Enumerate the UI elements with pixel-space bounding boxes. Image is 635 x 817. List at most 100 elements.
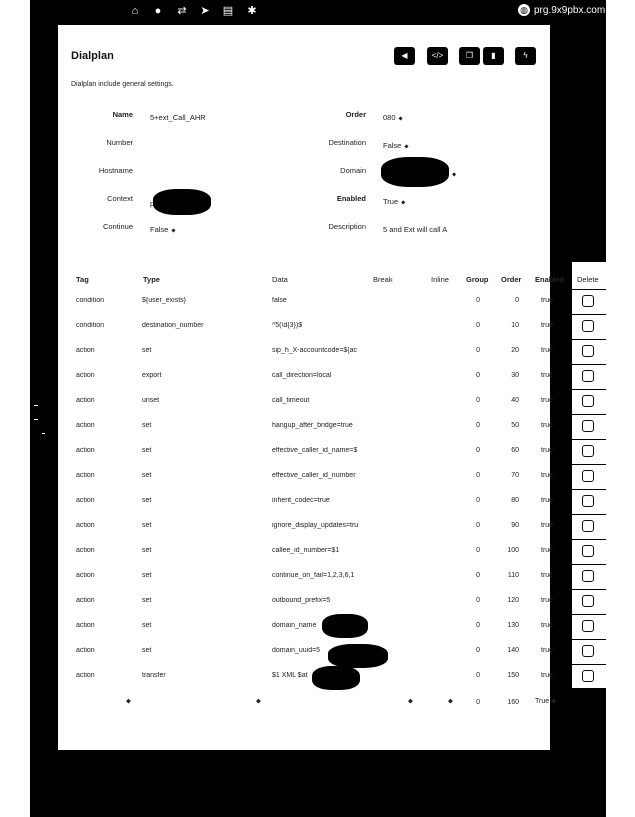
cell-data[interactable]: ignore_display_updates=tru bbox=[272, 522, 367, 529]
delete-button[interactable]: ▮ bbox=[483, 47, 504, 65]
cell-order: 20 bbox=[511, 347, 519, 354]
cell-group: 0 bbox=[476, 297, 480, 304]
delete-checkbox[interactable] bbox=[582, 395, 594, 407]
chart-icon[interactable]: ▤ bbox=[222, 4, 234, 18]
delete-checkbox[interactable] bbox=[582, 670, 594, 682]
cell-group: 0 bbox=[476, 647, 480, 654]
delete-checkbox[interactable] bbox=[582, 320, 594, 332]
cell-data[interactable]: false bbox=[272, 297, 367, 304]
cell-type: set bbox=[142, 422, 152, 429]
delete-checkbox[interactable] bbox=[582, 370, 594, 382]
send-icon[interactable]: ➤ bbox=[199, 4, 211, 18]
cell-data[interactable]: callee_id_number=$1 bbox=[272, 547, 367, 554]
cell-data[interactable]: inherit_codec=true bbox=[272, 497, 367, 504]
new-inline-select[interactable]: ⬥ bbox=[448, 698, 453, 706]
description-label: Description bbox=[328, 222, 366, 231]
cell-enabled: true bbox=[541, 497, 554, 504]
cell-data[interactable]: sip_h_X-accountcode=${ac bbox=[272, 347, 367, 354]
cell-group: 0 bbox=[476, 422, 480, 429]
cell-data[interactable]: effective_caller_id_number bbox=[272, 472, 367, 479]
delete-checkbox[interactable] bbox=[582, 645, 594, 657]
new-order-input[interactable]: 160 bbox=[497, 699, 519, 706]
bottom-frame bbox=[30, 750, 606, 817]
cell-type: set bbox=[142, 497, 152, 504]
new-type-select[interactable]: ⬥ bbox=[256, 698, 261, 706]
cell-tag: action bbox=[76, 422, 95, 429]
delete-checkbox[interactable] bbox=[582, 545, 594, 557]
delete-checkbox[interactable] bbox=[582, 495, 594, 507]
row-divider bbox=[571, 389, 606, 390]
new-break-select[interactable]: ⬥ bbox=[408, 698, 413, 706]
delete-checkbox[interactable] bbox=[582, 520, 594, 532]
delete-checkbox[interactable] bbox=[582, 445, 594, 457]
transfer-icon[interactable]: ⇄ bbox=[176, 4, 188, 18]
cell-data[interactable]: ^5(\d{3})$ bbox=[272, 322, 367, 329]
new-enabled-select[interactable]: True ⬥ bbox=[535, 698, 556, 706]
cell-group: 0 bbox=[476, 597, 480, 604]
cell-data[interactable]: continue_on_fail=1,2,3,6,1 bbox=[272, 572, 367, 579]
order-select[interactable]: 080 ⬥ bbox=[383, 113, 403, 123]
enabled-select[interactable]: True ⬥ bbox=[383, 197, 405, 207]
delete-checkbox[interactable] bbox=[582, 620, 594, 632]
cell-tag: action bbox=[76, 522, 95, 529]
delete-checkbox[interactable] bbox=[582, 295, 594, 307]
description-input[interactable]: 5 and Ext will call A bbox=[383, 225, 447, 234]
cell-data[interactable]: call_direction=local bbox=[272, 372, 367, 379]
cell-enabled: true bbox=[541, 422, 554, 429]
delete-checkbox[interactable] bbox=[582, 570, 594, 582]
continue-label: Continue bbox=[102, 222, 133, 231]
select-arrow-icon: ⬥ bbox=[256, 698, 261, 705]
cell-data[interactable]: outbound_prefix=5 bbox=[272, 597, 367, 604]
xml-button[interactable]: </> bbox=[427, 47, 448, 65]
name-label: Name bbox=[112, 110, 133, 119]
cell-order: 150 bbox=[507, 672, 519, 679]
select-arrow-icon: ⬥ bbox=[171, 228, 176, 234]
cell-data[interactable]: hangup_after_bridge=true bbox=[272, 422, 367, 429]
delete-checkbox[interactable] bbox=[582, 470, 594, 482]
continue-value: False bbox=[150, 225, 169, 234]
cell-enabled: true bbox=[541, 547, 554, 554]
cell-group: 0 bbox=[476, 522, 480, 529]
row-divider bbox=[571, 539, 606, 540]
destination-select[interactable]: False ⬥ bbox=[383, 141, 409, 151]
new-tag-select[interactable]: ⬥ bbox=[126, 698, 131, 706]
cell-order: 90 bbox=[511, 522, 519, 529]
name-input[interactable]: 5+ext_Call_AHR bbox=[150, 113, 206, 122]
copy-button[interactable]: ❐ bbox=[459, 47, 480, 65]
cell-order: 80 bbox=[511, 497, 519, 504]
domain-select[interactable]: ⬥ bbox=[449, 169, 456, 179]
hostname-label: Hostname bbox=[98, 166, 133, 175]
number-input[interactable] bbox=[150, 141, 270, 151]
cell-data[interactable]: call_timeout bbox=[272, 397, 367, 404]
page-description: Dialplan include general settings. bbox=[71, 81, 174, 88]
delete-checkbox[interactable] bbox=[582, 345, 594, 357]
gear-icon[interactable]: ✱ bbox=[246, 4, 258, 18]
brand[interactable]: ◍ prg.9x9pbx.com bbox=[518, 3, 605, 19]
home-icon[interactable]: ⌂ bbox=[129, 4, 141, 18]
save-button[interactable]: ϟ bbox=[515, 47, 536, 65]
cell-enabled: true bbox=[541, 597, 554, 604]
delete-checkbox[interactable] bbox=[582, 595, 594, 607]
cell-enabled: true bbox=[541, 322, 554, 329]
delete-checkbox[interactable] bbox=[582, 420, 594, 432]
cell-tag: condition bbox=[76, 297, 105, 304]
cell-data[interactable]: effective_caller_id_name=$ bbox=[272, 447, 367, 454]
hostname-input[interactable] bbox=[150, 169, 270, 179]
delete-column-divider bbox=[571, 270, 572, 715]
globe-icon: ◍ bbox=[518, 4, 530, 17]
cell-enabled: true bbox=[541, 672, 554, 679]
cell-tag: action bbox=[76, 497, 95, 504]
cell-group: 0 bbox=[476, 447, 480, 454]
cell-type: destination_number bbox=[142, 322, 204, 329]
new-group-input[interactable]: 0 bbox=[460, 699, 480, 706]
back-button[interactable]: ◀ bbox=[394, 47, 415, 65]
cell-tag: action bbox=[76, 597, 95, 604]
row-divider bbox=[571, 564, 606, 565]
cell-type: set bbox=[142, 597, 152, 604]
enabled-value: True bbox=[383, 197, 399, 206]
user-icon[interactable]: ● bbox=[152, 4, 164, 18]
cell-order: 130 bbox=[507, 622, 519, 629]
page-title: Dialplan bbox=[71, 50, 114, 62]
domain-redaction bbox=[381, 157, 449, 187]
continue-select[interactable]: False ⬥ bbox=[150, 225, 176, 235]
